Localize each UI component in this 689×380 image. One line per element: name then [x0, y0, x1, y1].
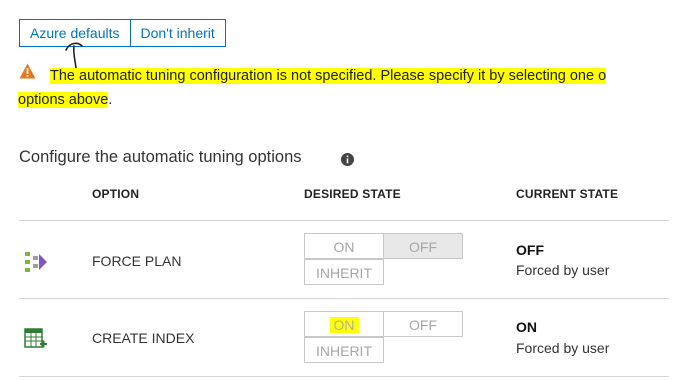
warning-message-line1: The automatic tuning configuration is no… — [50, 66, 607, 86]
create-index-off-button[interactable]: OFF — [383, 311, 463, 337]
create-index-inherit-button[interactable]: INHERIT — [304, 337, 384, 363]
force-plan-inherit-button[interactable]: INHERIT — [304, 259, 384, 285]
warning-text-highlight-2: options above — [18, 92, 109, 108]
create-index-current-state: ON — [516, 319, 537, 335]
row-option-label: FORCE PLAN — [92, 253, 182, 269]
warning-text-highlight: The automatic tuning configuration is no… — [50, 68, 607, 84]
warning-period: . — [108, 92, 113, 108]
info-icon[interactable] — [341, 153, 354, 166]
dont-inherit-button[interactable]: Don't inherit — [129, 20, 225, 46]
column-header-current-state: CURRENT STATE — [516, 187, 619, 201]
warning-message-line2: options above. — [18, 90, 112, 110]
force-plan-current-detail: Forced by user — [516, 262, 610, 278]
warning-icon — [19, 63, 36, 79]
column-header-desired-state: DESIRED STATE — [304, 187, 401, 201]
force-plan-icon — [25, 252, 47, 272]
column-header-option: OPTION — [92, 187, 140, 201]
table-divider — [19, 376, 669, 377]
create-index-icon — [24, 328, 47, 348]
force-plan-desired-state-toggle: ON OFF INHERIT — [304, 233, 463, 288]
on-highlight: ON — [329, 317, 359, 333]
table-divider — [19, 298, 669, 299]
row-option-label: CREATE INDEX — [92, 330, 195, 346]
table-divider — [19, 220, 669, 221]
force-plan-current-state: OFF — [516, 242, 544, 258]
create-index-desired-state-toggle: ON OFF INHERIT — [304, 311, 463, 366]
inherit-options-group: Azure defaults Don't inherit — [19, 19, 226, 47]
create-index-current-detail: Forced by user — [516, 340, 610, 356]
force-plan-on-button[interactable]: ON — [304, 233, 384, 259]
force-plan-off-button[interactable]: OFF — [383, 233, 463, 259]
create-index-on-button[interactable]: ON — [304, 311, 384, 337]
section-title: Configure the automatic tuning options — [19, 148, 302, 166]
